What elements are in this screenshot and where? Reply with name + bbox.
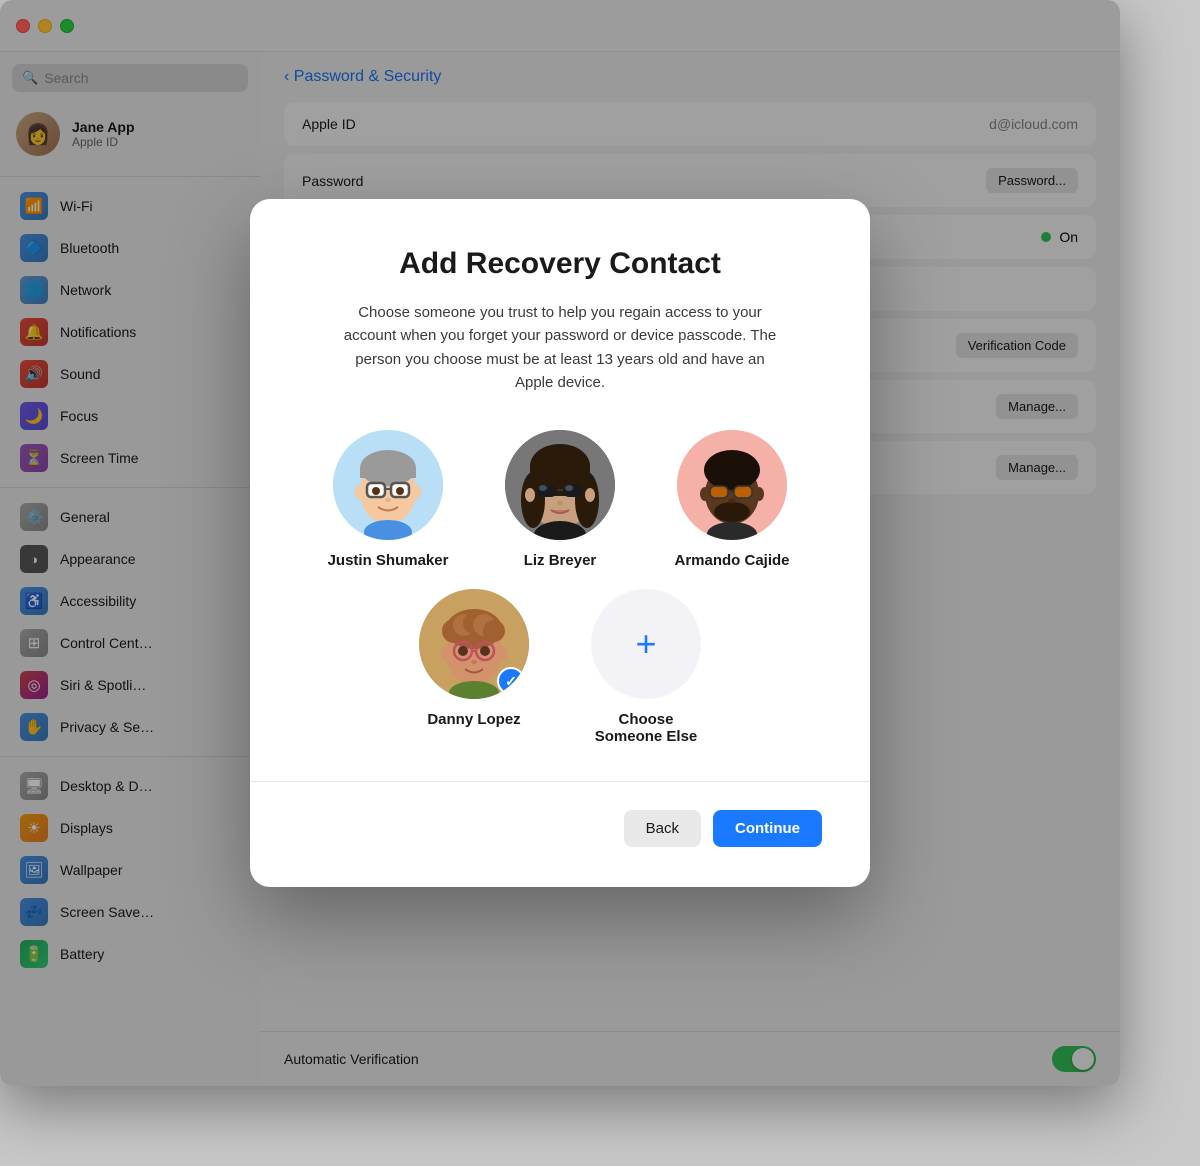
contact-item-danny[interactable]: ✓ Danny Lopez [404,589,544,745]
contact-avatar-liz [505,430,615,540]
contact-avatar-choose-else: + [591,589,701,699]
contact-name-justin: Justin Shumaker [328,552,449,569]
modal-overlay: Add Recovery Contact Choose someone you … [0,0,1120,1086]
contact-avatar-danny: ✓ [419,589,529,699]
contact-name-danny: Danny Lopez [427,711,520,728]
plus-icon: + [635,626,656,662]
selected-check-badge: ✓ [497,667,525,695]
contact-avatar-armando [677,430,787,540]
contact-item-armando[interactable]: Armando Cajide [662,430,802,569]
contact-name-choose-else: Choose Someone Else [595,711,698,745]
armando-avatar-svg [677,430,787,540]
contact-item-justin[interactable]: Justin Shumaker [318,430,458,569]
liz-avatar-svg [505,430,615,540]
modal-buttons: Back Continue [298,810,822,847]
modal-divider [250,781,870,782]
modal-description: Choose someone you trust to help you reg… [340,301,780,394]
contact-avatar-justin [333,430,443,540]
continue-button[interactable]: Continue [713,810,822,847]
back-button[interactable]: Back [624,810,701,847]
modal-title: Add Recovery Contact [298,247,822,281]
contact-name-liz: Liz Breyer [524,552,597,569]
add-recovery-contact-modal: Add Recovery Contact Choose someone you … [250,199,870,887]
contacts-grid: Justin Shumaker [298,430,822,745]
contact-item-liz[interactable]: Liz Breyer [490,430,630,569]
main-window: 🔍 Search 👩 Jane App Apple ID 📶 Wi-Fi [0,0,1120,1086]
contact-name-armando: Armando Cajide [674,552,789,569]
contact-item-choose-else[interactable]: + Choose Someone Else [576,589,716,745]
justin-avatar-svg [333,430,443,540]
